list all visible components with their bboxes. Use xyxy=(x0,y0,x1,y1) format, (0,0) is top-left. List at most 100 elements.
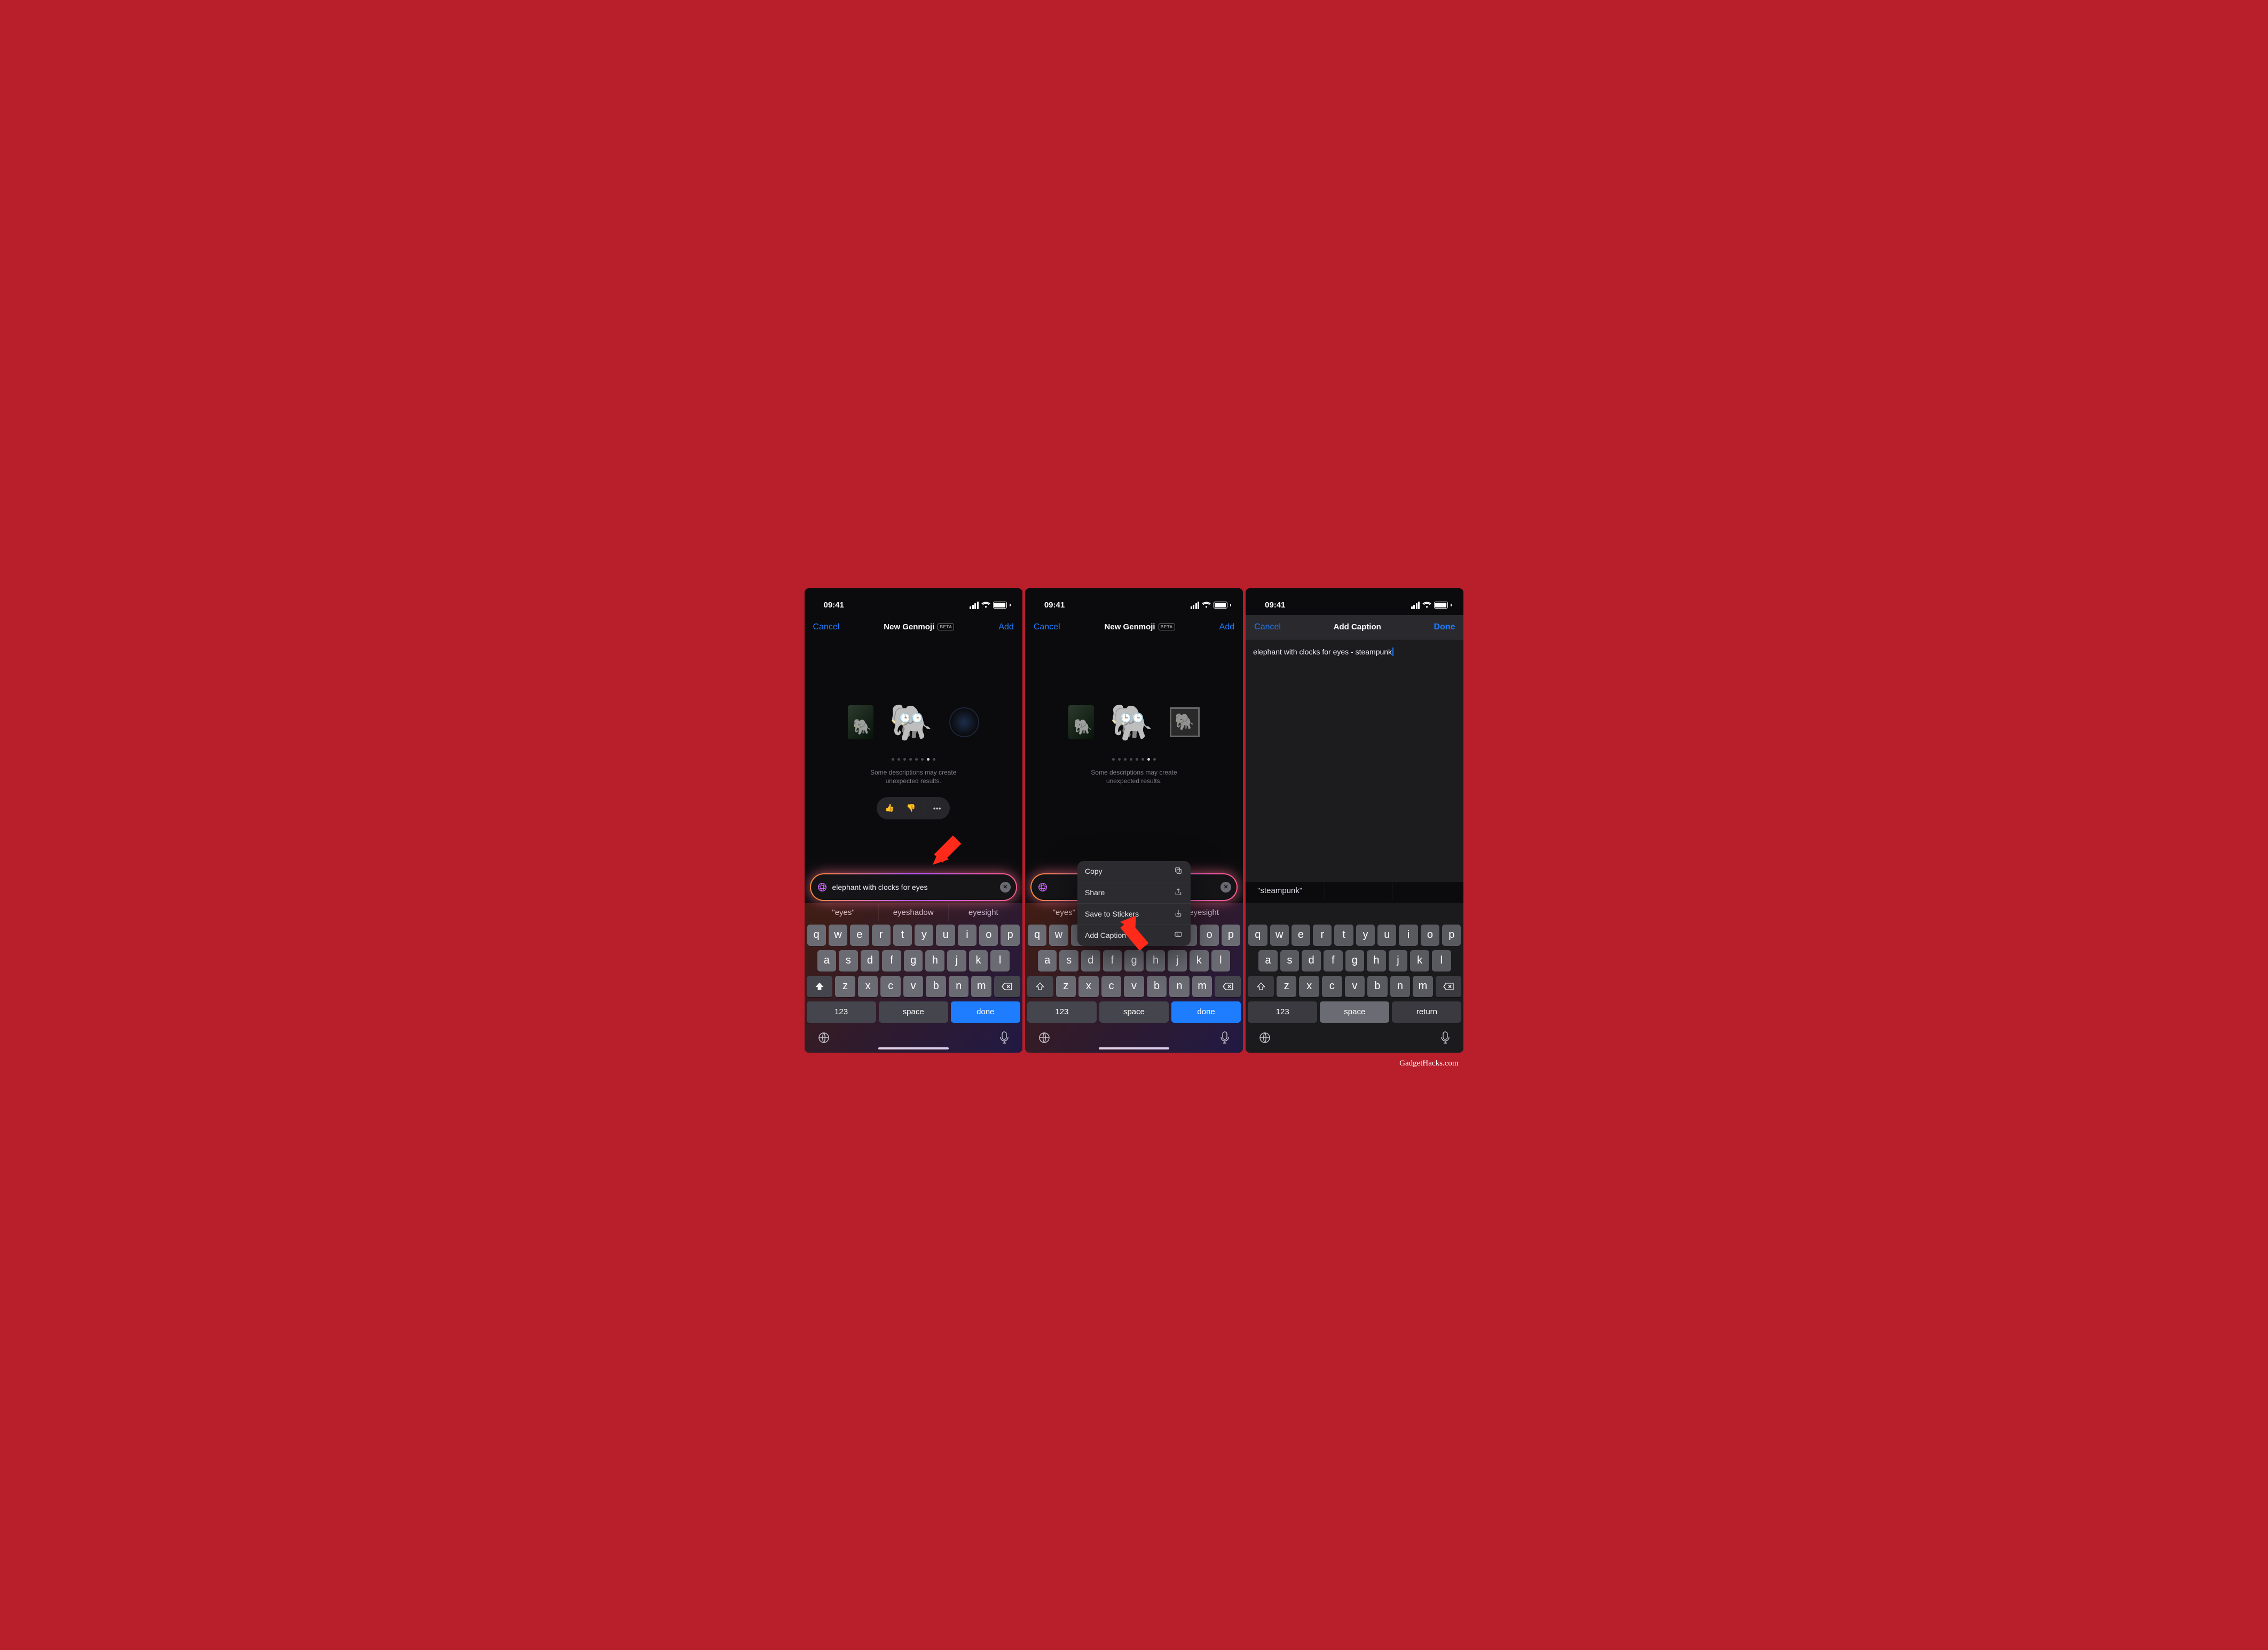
key[interactable]: x xyxy=(858,976,878,997)
cancel-button[interactable]: Cancel xyxy=(813,622,840,632)
key[interactable]: f xyxy=(1324,950,1343,972)
clear-button[interactable]: ✕ xyxy=(1000,882,1011,893)
key[interactable]: t xyxy=(893,925,912,946)
key[interactable]: n xyxy=(949,976,969,997)
mic-icon[interactable] xyxy=(999,1031,1010,1044)
key[interactable]: b xyxy=(926,976,946,997)
key[interactable]: u xyxy=(1377,925,1396,946)
carousel-next-thumb[interactable]: 🐘 xyxy=(1170,707,1200,737)
key[interactable]: l xyxy=(1211,950,1231,972)
shift-key[interactable] xyxy=(1027,976,1053,997)
numbers-key[interactable]: 123 xyxy=(1248,1001,1317,1023)
page-dots[interactable] xyxy=(1112,758,1156,761)
done-key[interactable]: done xyxy=(951,1001,1020,1023)
key[interactable]: o xyxy=(979,925,998,946)
key[interactable]: e xyxy=(850,925,869,946)
page-dots[interactable] xyxy=(892,758,935,761)
key[interactable]: u xyxy=(936,925,955,946)
prompt-field[interactable]: elephant with clocks for eyes ✕ xyxy=(811,874,1016,900)
key[interactable]: d xyxy=(1302,950,1321,972)
key[interactable]: t xyxy=(1334,925,1353,946)
key[interactable]: o xyxy=(1200,925,1218,946)
key[interactable]: y xyxy=(915,925,933,946)
backspace-key[interactable] xyxy=(1436,976,1462,997)
key[interactable]: p xyxy=(1442,925,1461,946)
key[interactable]: w xyxy=(1049,925,1068,946)
key[interactable]: a xyxy=(1038,950,1057,972)
numbers-key[interactable]: 123 xyxy=(807,1001,876,1023)
key[interactable]: v xyxy=(903,976,924,997)
space-key[interactable]: space xyxy=(1320,1001,1389,1023)
key[interactable]: n xyxy=(1169,976,1190,997)
numbers-key[interactable]: 123 xyxy=(1027,1001,1097,1023)
key[interactable]: d xyxy=(861,950,880,972)
key[interactable]: s xyxy=(1059,950,1078,972)
key[interactable]: j xyxy=(947,950,966,972)
key[interactable]: g xyxy=(1345,950,1365,972)
key[interactable]: v xyxy=(1345,976,1365,997)
key[interactable]: z xyxy=(1056,976,1076,997)
caption-input-area[interactable]: elephant with clocks for eyes - steampun… xyxy=(1246,640,1463,882)
menu-copy[interactable]: Copy xyxy=(1077,861,1191,882)
done-button[interactable]: Done xyxy=(1434,622,1455,632)
key[interactable]: m xyxy=(1192,976,1212,997)
key[interactable]: d xyxy=(1081,950,1100,972)
key[interactable]: y xyxy=(1356,925,1375,946)
key[interactable]: c xyxy=(880,976,901,997)
key[interactable]: g xyxy=(904,950,923,972)
key[interactable]: x xyxy=(1299,976,1319,997)
globe-icon[interactable] xyxy=(817,1031,830,1044)
key[interactable]: b xyxy=(1147,976,1167,997)
key[interactable]: l xyxy=(990,950,1010,972)
key[interactable]: k xyxy=(969,950,988,972)
key[interactable]: k xyxy=(1410,950,1429,972)
key[interactable]: l xyxy=(1432,950,1451,972)
key[interactable]: i xyxy=(958,925,976,946)
autocomplete-item[interactable] xyxy=(1392,882,1459,899)
globe-icon[interactable] xyxy=(1038,1031,1051,1044)
key[interactable]: k xyxy=(1190,950,1209,972)
key[interactable]: s xyxy=(839,950,858,972)
clear-button[interactable]: ✕ xyxy=(1220,882,1231,893)
autocomplete-item[interactable] xyxy=(1325,882,1392,899)
key[interactable]: o xyxy=(1421,925,1439,946)
space-key[interactable]: space xyxy=(879,1001,948,1023)
key[interactable]: q xyxy=(1028,925,1046,946)
key[interactable]: q xyxy=(807,925,826,946)
key[interactable]: h xyxy=(1367,950,1386,972)
backspace-key[interactable] xyxy=(1215,976,1241,997)
key[interactable]: p xyxy=(1001,925,1019,946)
carousel-prev-thumb[interactable] xyxy=(1068,705,1094,739)
shift-key[interactable] xyxy=(807,976,833,997)
globe-icon[interactable] xyxy=(1258,1031,1271,1044)
key[interactable]: m xyxy=(1413,976,1433,997)
key[interactable]: b xyxy=(1367,976,1388,997)
backspace-key[interactable] xyxy=(994,976,1020,997)
key[interactable]: a xyxy=(817,950,837,972)
cancel-button[interactable]: Cancel xyxy=(1254,622,1281,632)
cancel-button[interactable]: Cancel xyxy=(1034,622,1060,632)
add-button[interactable]: Add xyxy=(1219,622,1234,632)
add-button[interactable]: Add xyxy=(998,622,1013,632)
autocomplete-item[interactable]: "steampunk" xyxy=(1250,882,1324,899)
genmoji-main[interactable]: 🐘🕒🕒 xyxy=(1108,698,1156,746)
key[interactable]: x xyxy=(1078,976,1099,997)
key[interactable]: v xyxy=(1124,976,1144,997)
genmoji-main[interactable]: 🐘🕒🕒 xyxy=(887,698,935,746)
key[interactable]: a xyxy=(1258,950,1278,972)
key[interactable]: r xyxy=(1313,925,1332,946)
key[interactable]: c xyxy=(1101,976,1122,997)
shift-key[interactable] xyxy=(1248,976,1274,997)
key[interactable]: h xyxy=(925,950,944,972)
done-key[interactable]: done xyxy=(1171,1001,1241,1023)
key[interactable]: s xyxy=(1280,950,1300,972)
return-key[interactable]: return xyxy=(1392,1001,1461,1023)
key[interactable]: j xyxy=(1389,950,1408,972)
mic-icon[interactable] xyxy=(1219,1031,1230,1044)
key[interactable]: r xyxy=(872,925,891,946)
key[interactable]: w xyxy=(829,925,847,946)
key[interactable]: w xyxy=(1270,925,1289,946)
carousel-prev-thumb[interactable] xyxy=(848,705,873,739)
genmoji-carousel[interactable]: 🐘🕒🕒 xyxy=(848,693,979,752)
key[interactable]: q xyxy=(1248,925,1267,946)
